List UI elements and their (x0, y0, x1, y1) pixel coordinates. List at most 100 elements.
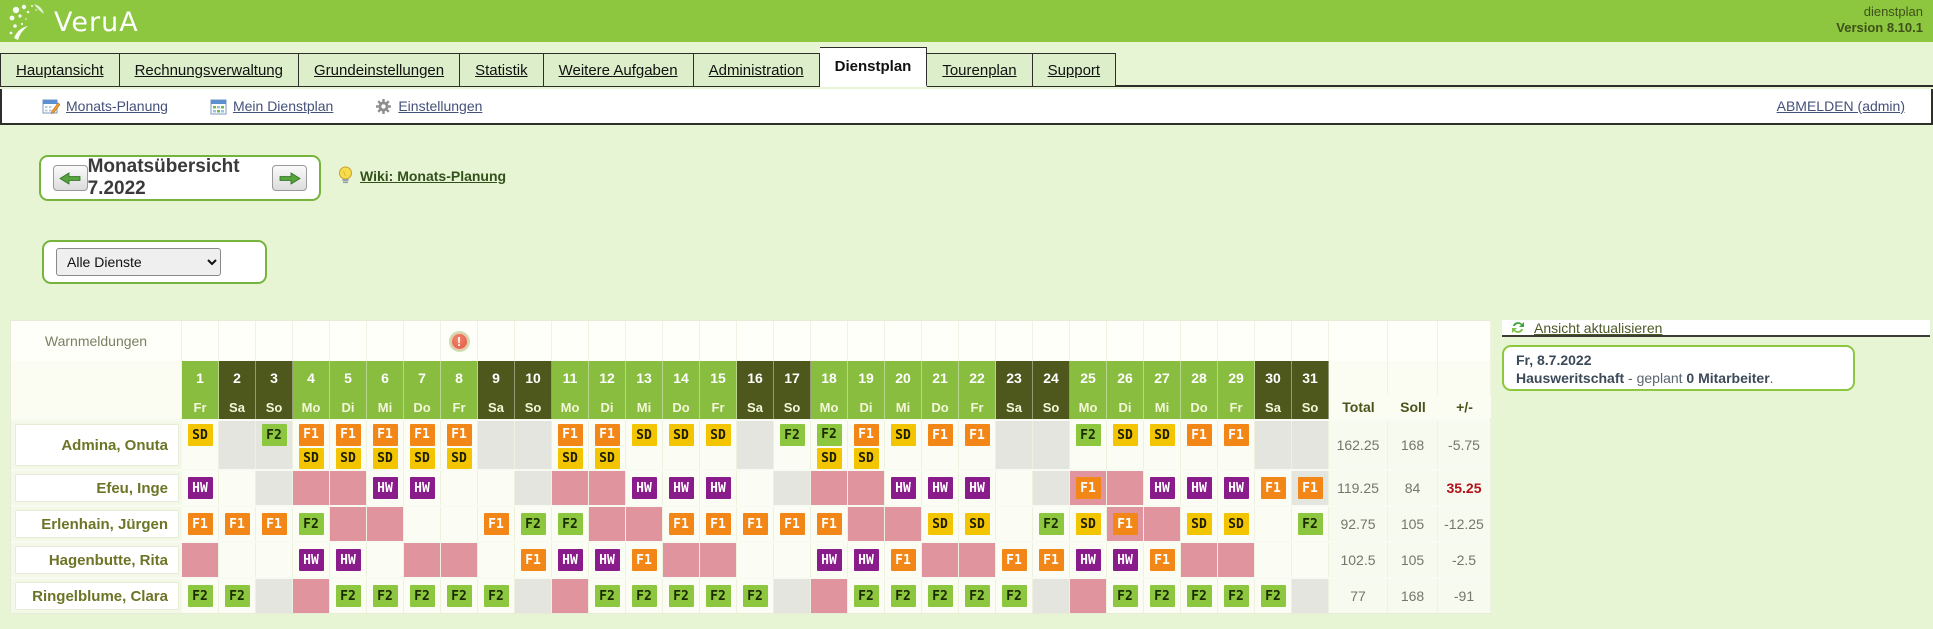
roster-cell-day-26[interactable] (1107, 471, 1144, 505)
roster-cell-day-20[interactable]: SD (885, 421, 922, 469)
shift-badge-f1[interactable]: F1 (669, 513, 694, 535)
roster-cell-day-2[interactable] (219, 471, 256, 505)
roster-cell-day-28[interactable] (1181, 543, 1218, 577)
shift-badge-f2[interactable]: F2 (632, 585, 657, 607)
shift-badge-f1[interactable]: F1 (854, 424, 879, 446)
roster-cell-day-11[interactable]: F1SD (552, 421, 589, 469)
day-header-28[interactable]: 28 (1181, 361, 1218, 395)
roster-cell-day-1[interactable]: F1 (182, 507, 219, 541)
weekday-header-31[interactable]: So (1292, 395, 1329, 419)
roster-cell-day-17[interactable] (774, 579, 811, 613)
shift-badge-f1[interactable]: F1 (262, 513, 287, 535)
day-header-1[interactable]: 1 (182, 361, 219, 395)
roster-cell-day-27[interactable]: F1 (1144, 543, 1181, 577)
roster-cell-day-21[interactable]: F2 (922, 579, 959, 613)
roster-cell-day-3[interactable]: F1 (256, 507, 293, 541)
shift-badge-f2[interactable]: F2 (1039, 513, 1064, 535)
shift-badge-f2[interactable]: F2 (1150, 585, 1175, 607)
roster-cell-day-15[interactable]: HW (700, 471, 737, 505)
roster-cell-day-7[interactable] (404, 507, 441, 541)
shift-badge-sd[interactable]: SD (928, 513, 953, 535)
roster-cell-day-8[interactable] (441, 471, 478, 505)
roster-cell-day-2[interactable]: F1 (219, 507, 256, 541)
shift-badge-f1[interactable]: F1 (336, 424, 361, 446)
roster-cell-day-12[interactable] (589, 471, 626, 505)
shift-badge-f2[interactable]: F2 (1298, 513, 1323, 535)
day-header-31[interactable]: 31 (1292, 361, 1329, 395)
roster-cell-day-5[interactable]: F2 (330, 579, 367, 613)
roster-cell-day-21[interactable]: HW (922, 471, 959, 505)
roster-cell-day-18[interactable]: F2SD (811, 421, 848, 469)
shift-badge-f1[interactable]: F1 (225, 513, 250, 535)
roster-cell-day-28[interactable]: SD (1181, 507, 1218, 541)
weekday-header-11[interactable]: Mo (552, 395, 589, 419)
day-header-8[interactable]: 8 (441, 361, 478, 395)
roster-cell-day-10[interactable] (515, 471, 552, 505)
toolbar-label-monats-planung[interactable]: Monats-Planung (66, 98, 168, 114)
day-header-22[interactable]: 22 (959, 361, 996, 395)
roster-cell-day-18[interactable] (811, 579, 848, 613)
roster-cell-day-8[interactable]: F1SD (441, 421, 478, 469)
weekday-header-10[interactable]: So (515, 395, 552, 419)
roster-cell-day-31[interactable]: F2 (1292, 507, 1329, 541)
shift-badge-sd[interactable]: SD (410, 448, 435, 470)
weekday-header-17[interactable]: So (774, 395, 811, 419)
shift-badge-f1[interactable]: F1 (558, 424, 583, 446)
shift-badge-f1[interactable]: F1 (891, 549, 916, 571)
tab-tourenplan[interactable]: Tourenplan (927, 53, 1032, 87)
shift-badge-f2[interactable]: F2 (854, 585, 879, 607)
logout-link[interactable]: ABMELDEN (admin) (1777, 98, 1905, 114)
roster-cell-day-26[interactable]: HW (1107, 543, 1144, 577)
roster-cell-day-12[interactable]: F1SD (589, 421, 626, 469)
roster-cell-day-13[interactable]: SD (626, 421, 663, 469)
roster-cell-day-19[interactable]: F1SD (848, 421, 885, 469)
roster-cell-day-28[interactable]: F1 (1181, 421, 1218, 469)
shift-badge-hw[interactable]: HW (1187, 477, 1212, 499)
roster-cell-day-1[interactable]: SD (182, 421, 219, 469)
roster-cell-day-7[interactable] (404, 543, 441, 577)
wiki-link[interactable]: Wiki: Monats-Planung (360, 168, 506, 184)
roster-cell-day-26[interactable]: SD (1107, 421, 1144, 469)
tab-dienstplan[interactable]: Dienstplan (820, 47, 928, 87)
roster-cell-day-14[interactable]: SD (663, 421, 700, 469)
roster-cell-day-4[interactable]: F2 (293, 507, 330, 541)
day-header-30[interactable]: 30 (1255, 361, 1292, 395)
weekday-header-21[interactable]: Do (922, 395, 959, 419)
shift-badge-f1[interactable]: F1 (928, 424, 953, 446)
roster-cell-day-27[interactable]: HW (1144, 471, 1181, 505)
shift-badge-hw[interactable]: HW (854, 549, 879, 571)
roster-cell-day-19[interactable] (848, 471, 885, 505)
weekday-header-15[interactable]: Fr (700, 395, 737, 419)
roster-cell-day-4[interactable] (293, 579, 330, 613)
weekday-header-3[interactable]: So (256, 395, 293, 419)
roster-cell-day-3[interactable] (256, 471, 293, 505)
shift-badge-f2[interactable]: F2 (299, 513, 324, 535)
weekday-header-13[interactable]: Mi (626, 395, 663, 419)
roster-cell-day-4[interactable]: F1SD (293, 421, 330, 469)
shift-badge-f2[interactable]: F2 (1076, 424, 1101, 446)
shift-badge-f1[interactable]: F1 (484, 513, 509, 535)
shift-badge-sd[interactable]: SD (373, 448, 398, 470)
roster-cell-day-22[interactable] (959, 543, 996, 577)
shift-badge-f2[interactable]: F2 (1261, 585, 1286, 607)
roster-cell-day-20[interactable] (885, 507, 922, 541)
shift-badge-hw[interactable]: HW (1076, 549, 1101, 571)
roster-cell-day-19[interactable] (848, 507, 885, 541)
roster-cell-day-22[interactable]: F2 (959, 579, 996, 613)
shift-badge-f1[interactable]: F1 (632, 549, 657, 571)
roster-cell-day-24[interactable] (1033, 471, 1070, 505)
roster-cell-day-17[interactable]: F1 (774, 507, 811, 541)
shift-badge-f1[interactable]: F1 (521, 549, 546, 571)
employee-name[interactable]: Erlenhain, Jürgen (15, 510, 179, 538)
shift-badge-sd[interactable]: SD (854, 448, 879, 470)
roster-cell-day-31[interactable] (1292, 543, 1329, 577)
roster-cell-day-6[interactable]: HW (367, 471, 404, 505)
shift-badge-f2[interactable]: F2 (595, 585, 620, 607)
roster-cell-day-19[interactable]: HW (848, 543, 885, 577)
roster-cell-day-7[interactable]: F1SD (404, 421, 441, 469)
shift-badge-f1[interactable]: F1 (965, 424, 990, 446)
shift-badge-hw[interactable]: HW (1150, 477, 1175, 499)
shift-badge-f2[interactable]: F2 (521, 513, 546, 535)
roster-cell-day-23[interactable] (996, 507, 1033, 541)
shift-badge-f1[interactable]: F1 (373, 424, 398, 446)
